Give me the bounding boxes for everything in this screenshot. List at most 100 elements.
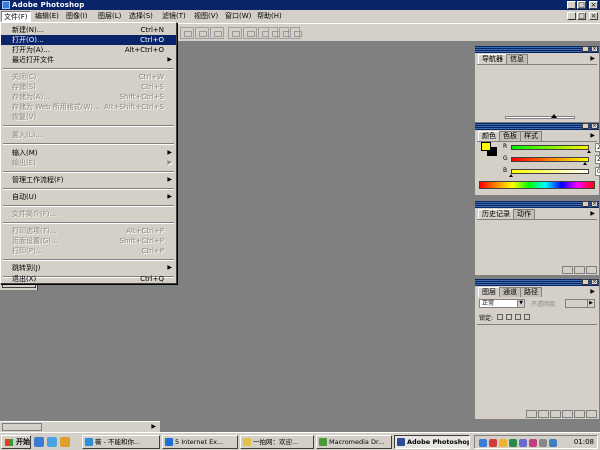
align-middle-icon[interactable] xyxy=(195,27,209,39)
red-slider-thumb-icon[interactable] xyxy=(587,150,591,153)
ime-icon[interactable] xyxy=(519,439,527,447)
blue-slider-thumb-icon[interactable] xyxy=(509,174,513,177)
palette-title-bar[interactable]: _ × xyxy=(475,201,599,208)
palette-menu-icon[interactable]: ▶ xyxy=(590,288,595,295)
distribute-center-icon[interactable] xyxy=(279,27,291,39)
speaker-icon[interactable] xyxy=(539,439,547,447)
menu-file[interactable]: 文件(F) xyxy=(1,11,31,22)
menu-item-jump-to[interactable]: 跳转到(J) ▶ xyxy=(1,263,176,273)
menu-item-save-for-web[interactable]: 存储为 Web 所用格式(W)... Alt+Shift+Ctrl+S xyxy=(1,102,176,112)
task-dreamweaver[interactable]: Macromedia Dr... xyxy=(316,435,392,449)
menu-filter[interactable]: 滤镜(T) xyxy=(160,11,188,22)
align-bottom-icon[interactable] xyxy=(210,27,224,39)
tab-swatches[interactable]: 色板 xyxy=(499,131,521,141)
blend-mode-select[interactable]: 正常 ▼ xyxy=(479,299,525,308)
palette-menu-icon[interactable]: ▶ xyxy=(590,132,595,139)
menu-select[interactable]: 选择(S) xyxy=(127,11,155,22)
task-yipai[interactable]: 一拍网：欢迎... xyxy=(240,435,314,449)
opacity-field[interactable]: ▶ xyxy=(565,299,595,308)
menu-item-automate[interactable]: 自动(U) ▶ xyxy=(1,192,176,202)
trash-icon[interactable] xyxy=(586,266,597,274)
menu-edit[interactable]: 编辑(E) xyxy=(33,11,61,22)
quicklaunch-media-icon[interactable] xyxy=(60,437,70,447)
menu-item-print[interactable]: 打印(P)... Ctrl+P xyxy=(1,246,176,256)
menu-view[interactable]: 视图(V) xyxy=(192,11,220,22)
menu-item-close[interactable]: 关闭(C) Ctrl+W xyxy=(1,72,176,82)
new-document-icon[interactable] xyxy=(574,266,585,274)
menu-item-revert[interactable]: 恢复(V) xyxy=(1,112,176,122)
palette-close-icon[interactable]: × xyxy=(591,279,598,285)
menu-item-import[interactable]: 输入(M) ▶ xyxy=(1,148,176,158)
tab-color[interactable]: 颜色 xyxy=(478,131,500,141)
distribute-left-icon[interactable] xyxy=(268,27,280,39)
menu-item-workflow[interactable]: 管理工作流程(F) ▶ xyxy=(1,175,176,185)
network-icon[interactable] xyxy=(479,439,487,447)
doc-restore-button[interactable]: □ xyxy=(577,12,586,20)
menu-item-exit[interactable]: 退出(X) Ctrl+Q xyxy=(1,274,176,284)
palette-title-bar[interactable]: _ × xyxy=(475,279,599,286)
doc-minimize-button[interactable]: _ xyxy=(567,12,576,20)
menu-item-open-as[interactable]: 打开为(A)... Alt+Ctrl+O xyxy=(1,45,176,55)
palette-minimize-icon[interactable]: _ xyxy=(582,201,589,207)
palette-minimize-icon[interactable]: _ xyxy=(582,123,589,129)
tab-layers[interactable]: 图层 xyxy=(478,287,500,297)
menu-item-page-setup[interactable]: 页面设置(G)... Shift+Ctrl+P xyxy=(1,236,176,246)
align-left-icon[interactable] xyxy=(228,27,242,39)
palette-title-bar[interactable]: _ × xyxy=(475,46,599,53)
menu-item-save-as[interactable]: 存储为(A)... Shift+Ctrl+S xyxy=(1,92,176,102)
maximize-button[interactable]: □ xyxy=(577,1,586,9)
distribute-right-icon[interactable] xyxy=(290,27,302,39)
green-slider-thumb-icon[interactable] xyxy=(583,162,587,165)
task-music[interactable]: 薇 - 不能和你... xyxy=(82,435,160,449)
palette-menu-icon[interactable]: ▶ xyxy=(590,55,595,62)
align-top-icon[interactable] xyxy=(180,27,194,39)
close-button[interactable]: × xyxy=(589,1,598,9)
tab-styles[interactable]: 样式 xyxy=(520,131,542,141)
layer-style-icon[interactable] xyxy=(526,410,537,418)
tab-info[interactable]: 信息 xyxy=(506,54,528,64)
red-slider-track[interactable] xyxy=(511,145,589,150)
new-set-icon[interactable] xyxy=(550,410,561,418)
trash-icon[interactable] xyxy=(586,410,597,418)
minimize-button[interactable]: _ xyxy=(567,1,576,9)
media-player-icon[interactable] xyxy=(529,439,537,447)
palette-menu-icon[interactable]: ▶ xyxy=(590,210,595,217)
lock-transparency-icon[interactable] xyxy=(497,314,503,320)
lock-position-icon[interactable] xyxy=(515,314,521,320)
palette-minimize-icon[interactable]: _ xyxy=(582,46,589,52)
task-photoshop[interactable]: Adobe Photoshop xyxy=(394,435,470,449)
menu-layer[interactable]: 图层(L) xyxy=(96,11,123,22)
antivirus-icon[interactable] xyxy=(489,439,497,447)
new-layer-icon[interactable] xyxy=(574,410,585,418)
tab-paths[interactable]: 路径 xyxy=(520,287,542,297)
menu-item-new[interactable]: 新建(N)... Ctrl+N xyxy=(1,25,176,35)
lock-image-icon[interactable] xyxy=(506,314,512,320)
menu-item-recent-files[interactable]: 最近打开文件 ▶ xyxy=(1,55,176,65)
tab-actions[interactable]: 动作 xyxy=(513,209,535,219)
menu-help[interactable]: 帮助(H) xyxy=(255,11,284,22)
menu-image[interactable]: 图像(I) xyxy=(64,11,90,22)
color-spectrum-bar[interactable] xyxy=(479,181,595,189)
layer-mask-icon[interactable] xyxy=(538,410,549,418)
blue-slider-track[interactable] xyxy=(511,169,589,174)
tab-channels[interactable]: 通道 xyxy=(499,287,521,297)
scroll-right-icon[interactable]: ▶ xyxy=(151,423,156,430)
tab-history[interactable]: 历史记录 xyxy=(478,209,514,219)
menu-item-place[interactable]: 置入(L)... xyxy=(1,130,176,140)
palette-minimize-icon[interactable]: _ xyxy=(582,279,589,285)
menu-item-export[interactable]: 输出(E) ▶ xyxy=(1,158,176,168)
quicklaunch-desktop-icon[interactable] xyxy=(47,437,57,447)
foreground-color-swatch[interactable] xyxy=(481,142,491,151)
menu-window[interactable]: 窗口(W) xyxy=(223,11,253,22)
menu-item-open[interactable]: 打开(O)... Ctrl+O xyxy=(1,35,176,45)
display-icon[interactable] xyxy=(549,439,557,447)
zoom-slider[interactable] xyxy=(505,116,575,119)
palette-close-icon[interactable]: × xyxy=(591,201,598,207)
doc-close-button[interactable]: × xyxy=(589,12,598,20)
tab-navigator[interactable]: 导航器 xyxy=(478,54,507,64)
quicklaunch-ie-icon[interactable] xyxy=(34,437,44,447)
zoom-slider-thumb-icon[interactable] xyxy=(551,114,557,118)
blue-value-field[interactable]: 0 xyxy=(595,167,600,176)
messenger-icon[interactable] xyxy=(509,439,517,447)
task-internet-explorer[interactable]: 5 Internet Ex... xyxy=(162,435,238,449)
